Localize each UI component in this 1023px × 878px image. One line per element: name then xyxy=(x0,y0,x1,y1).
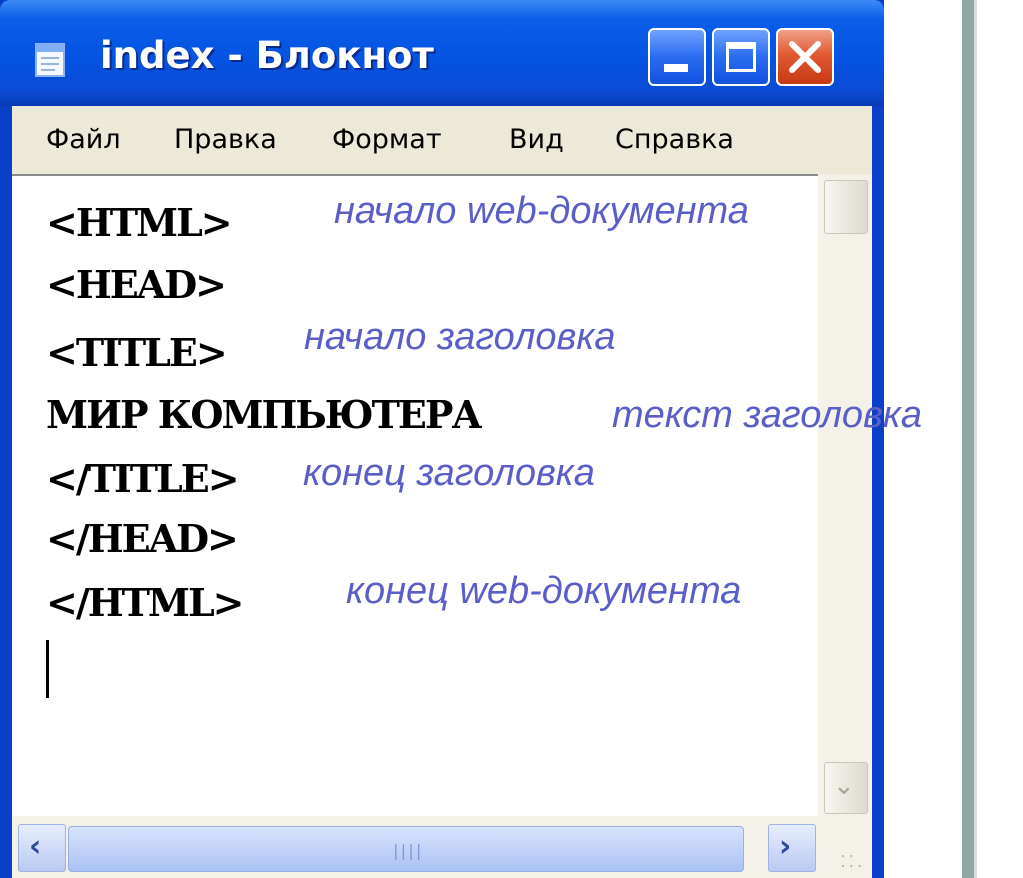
code-line: </TITLE> xyxy=(46,456,240,501)
menu-view[interactable]: Вид xyxy=(509,124,564,155)
menu-bar: Файл Правка Формат Вид Справка xyxy=(12,106,872,174)
slide-accent-bar xyxy=(962,0,974,878)
chevron-left-icon: ‹ xyxy=(29,829,42,864)
menu-edit[interactable]: Правка xyxy=(174,124,277,155)
annotation-title-open: начало заголовка xyxy=(304,316,616,358)
code-line: </HTML> xyxy=(46,580,245,625)
code-line: МИР КОМПЬЮТЕРА xyxy=(46,392,482,437)
text-caret xyxy=(46,640,49,698)
menu-help[interactable]: Справка xyxy=(615,124,734,155)
grip-icon: |||| xyxy=(391,841,424,860)
minimize-button[interactable] xyxy=(648,28,706,86)
slide-accent-line xyxy=(974,0,977,878)
annotation-title-close: конец заголовка xyxy=(303,452,595,494)
chevron-down-icon: ⌄ xyxy=(833,771,855,801)
horizontal-scroll-thumb[interactable]: |||| xyxy=(68,826,744,872)
maximize-icon xyxy=(726,42,756,72)
resize-grip[interactable]: ⋅⋅ ⋅⋅⋅ xyxy=(818,816,872,878)
scroll-down-button[interactable]: ⌄ xyxy=(824,762,868,814)
close-button[interactable] xyxy=(776,28,834,86)
minimize-icon xyxy=(664,64,688,72)
scroll-left-button[interactable]: ‹ xyxy=(18,824,66,872)
code-line: <HTML> xyxy=(46,200,233,245)
menu-file[interactable]: Файл xyxy=(46,124,121,155)
annotation-html-open: начало web-документа xyxy=(334,190,749,232)
code-line: <TITLE> xyxy=(46,330,228,375)
scroll-up-button[interactable] xyxy=(824,180,868,234)
notepad-icon xyxy=(35,43,65,77)
maximize-button[interactable] xyxy=(712,28,770,86)
menu-format[interactable]: Формат xyxy=(332,124,442,155)
window-title: index - Блокнот xyxy=(100,34,434,77)
scroll-right-button[interactable]: › xyxy=(768,824,816,872)
annotation-html-close: конец web-документа xyxy=(346,570,742,612)
code-line: <HEAD> xyxy=(46,262,227,307)
chevron-right-icon: › xyxy=(779,829,792,864)
title-bar[interactable]: index - Блокнот xyxy=(0,0,884,106)
code-line: </HEAD> xyxy=(46,516,239,561)
resize-grip-icon: ⋅⋅ ⋅⋅⋅ xyxy=(838,849,864,875)
annotation-title-text: текст заголовка xyxy=(612,394,922,436)
vertical-scrollbar[interactable] xyxy=(818,174,872,816)
close-icon xyxy=(789,41,821,73)
